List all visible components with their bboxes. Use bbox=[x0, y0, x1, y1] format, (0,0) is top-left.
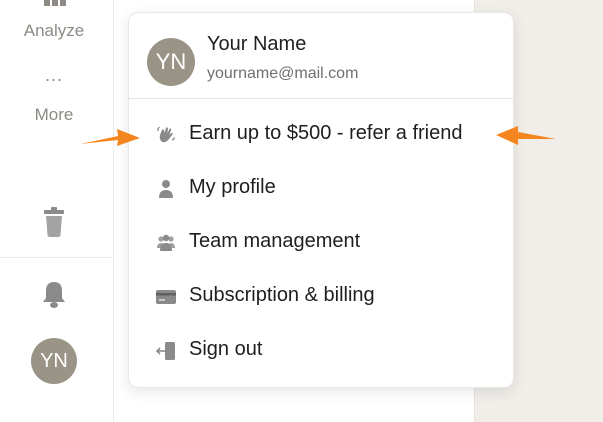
more-icon[interactable]: ... bbox=[0, 65, 108, 86]
sidebar-item-more[interactable]: More bbox=[0, 105, 108, 125]
trash-icon[interactable] bbox=[41, 207, 67, 237]
bell-icon[interactable] bbox=[42, 281, 66, 309]
user-email: yourname@mail.com bbox=[207, 65, 359, 82]
sidebar-item-analyze[interactable]: Analyze bbox=[0, 21, 108, 41]
account-menu: YN Your Name yourname@mail.com Earn up t… bbox=[128, 12, 514, 388]
menu-item-refer-friend[interactable]: Earn up to $500 - refer a friend bbox=[129, 110, 513, 160]
account-menu-header: YN Your Name yourname@mail.com bbox=[129, 13, 513, 99]
menu-item-label: Sign out bbox=[189, 338, 263, 360]
sidebar: Analyze ... More YN bbox=[0, 0, 114, 422]
menu-item-label: My profile bbox=[189, 176, 276, 198]
team-icon bbox=[157, 234, 175, 251]
sign-out-icon bbox=[156, 342, 175, 360]
menu-item-subscription-billing[interactable]: Subscription & billing bbox=[129, 272, 513, 322]
menu-item-my-profile[interactable]: My profile bbox=[129, 164, 513, 214]
person-icon bbox=[159, 180, 173, 198]
menu-item-sign-out[interactable]: Sign out bbox=[129, 326, 513, 376]
arrow-right-icon bbox=[80, 129, 140, 146]
avatar: YN bbox=[147, 38, 195, 86]
credit-card-icon bbox=[156, 290, 176, 304]
sidebar-divider bbox=[0, 257, 113, 258]
sidebar-avatar[interactable]: YN bbox=[31, 338, 77, 384]
analyze-icon bbox=[44, 0, 66, 6]
user-name: Your Name bbox=[207, 33, 307, 55]
menu-item-label: Earn up to $500 - refer a friend bbox=[189, 122, 463, 144]
menu-item-label: Subscription & billing bbox=[189, 284, 375, 306]
arrow-left-icon bbox=[496, 126, 556, 145]
menu-item-team-management[interactable]: Team management bbox=[129, 218, 513, 268]
waving-hand-icon bbox=[157, 126, 176, 143]
menu-item-label: Team management bbox=[189, 230, 361, 252]
